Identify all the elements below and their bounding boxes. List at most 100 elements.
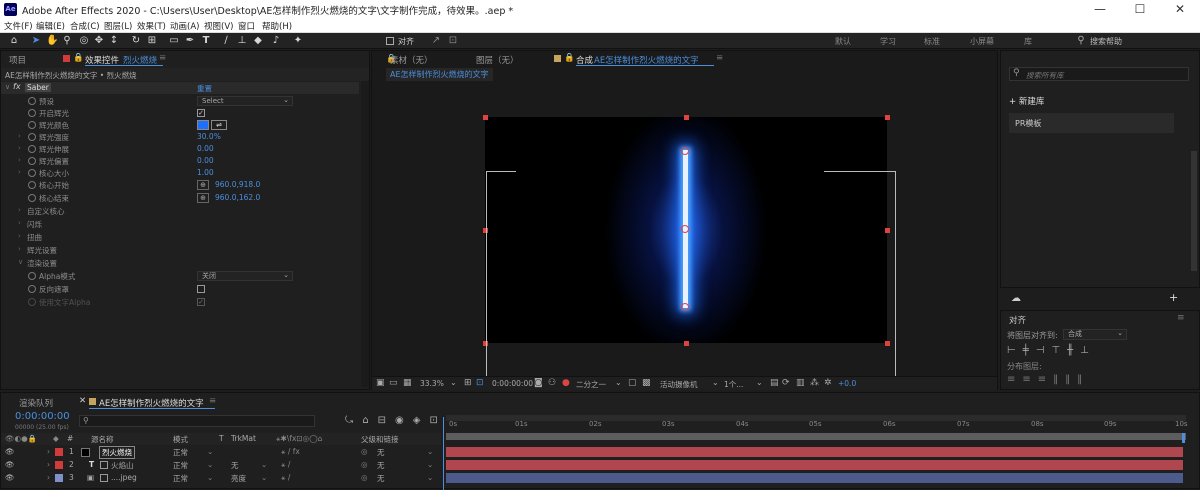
camera-icon[interactable]: ◙: [534, 378, 543, 388]
layer-label-color[interactable]: [55, 448, 63, 456]
alpha-mode-select[interactable]: 关闭 ⌄: [197, 271, 293, 281]
resolution-select[interactable]: 二分之一: [576, 379, 606, 390]
prop-value[interactable]: 0.00: [197, 144, 214, 153]
chevron-down-icon[interactable]: ⌄: [712, 378, 719, 387]
chevron-down-icon[interactable]: ⌄: [261, 473, 267, 482]
glow-on-checkbox[interactable]: ✓: [197, 109, 205, 117]
rotation-tool-icon[interactable]: ↻: [130, 35, 142, 47]
time-ruler[interactable]: 0s 01s 02s 03s 04s 05s 06s 07s 08s 09s 1…: [449, 420, 1189, 432]
layer-label-color[interactable]: [55, 474, 63, 482]
chevron-down-icon[interactable]: ⌄: [207, 460, 213, 469]
monitor-icon[interactable]: ▭: [389, 378, 398, 388]
chevron-down-icon[interactable]: ⌄: [427, 460, 433, 469]
layer-trkmat[interactable]: 亮度: [231, 473, 246, 484]
stopwatch-icon[interactable]: [28, 194, 36, 202]
close-button[interactable]: ✕: [1160, 0, 1200, 19]
lock-icon[interactable]: 🔒: [73, 53, 84, 63]
prop-value[interactable]: 30.0%: [197, 132, 221, 141]
lock-icon[interactable]: 🔒: [564, 53, 575, 63]
stopwatch-icon[interactable]: [28, 133, 36, 141]
stopwatch-icon[interactable]: [28, 298, 36, 306]
glow-color-swatch[interactable]: [197, 120, 209, 130]
timeline-timecode[interactable]: 0:00:00:00: [15, 411, 70, 422]
library-search-input[interactable]: ⚲ 搜索所有库: [1009, 67, 1189, 81]
fx-twirl-icon[interactable]: ∨: [5, 83, 10, 91]
rectangle-tool-icon[interactable]: ▭: [168, 35, 180, 47]
core-start-handle[interactable]: [681, 147, 689, 155]
chevron-down-icon[interactable]: ⌄: [427, 473, 433, 482]
menu-help[interactable]: 帮助(H): [262, 20, 292, 32]
layer-lock-box[interactable]: [100, 461, 108, 469]
hand-tool-icon[interactable]: ✋: [46, 35, 58, 47]
align-to-select[interactable]: 合成 ⌄: [1063, 329, 1127, 340]
prop-group-render-settings[interactable]: ∨ 渲染设置: [1, 257, 359, 270]
bounding-handle[interactable]: [885, 115, 890, 120]
clone-stamp-icon[interactable]: ⊥: [236, 35, 248, 47]
fx-name[interactable]: Saber: [25, 83, 51, 92]
work-area-end[interactable]: [1182, 433, 1185, 443]
viewer-timecode[interactable]: 0:00:00:00: [492, 379, 533, 388]
brush-tool-icon[interactable]: ∕: [220, 35, 232, 47]
twirl-icon[interactable]: ›: [18, 232, 21, 240]
layer-label-color[interactable]: [55, 461, 63, 469]
close-icon[interactable]: ✕: [79, 396, 86, 406]
twirl-icon[interactable]: ∨: [18, 258, 23, 266]
preset-select[interactable]: Select ⌄: [197, 96, 293, 106]
table-row[interactable]: 👁 › 1 烈火燃烧 正常 ⌄ ⚹ / fx ◎ 无 ⌄: [1, 446, 1200, 459]
menu-layer[interactable]: 图层(L): [104, 20, 132, 32]
maximize-button[interactable]: ☐: [1120, 0, 1160, 19]
layer-name[interactable]: ....jpeg: [111, 473, 137, 482]
pickwhip-icon[interactable]: ◎: [361, 447, 368, 456]
prop-group-flicker[interactable]: › 闪烁: [1, 218, 359, 231]
tab-footage[interactable]: 素材（无）: [390, 54, 433, 66]
menu-file[interactable]: 文件(F): [4, 20, 33, 32]
layer-name[interactable]: 烈火燃烧: [99, 446, 135, 459]
color-channels-icon[interactable]: ●: [562, 378, 570, 388]
scrollbar[interactable]: [361, 81, 369, 387]
twirl-icon[interactable]: ›: [18, 219, 21, 227]
prop-group-distortion[interactable]: › 扭曲: [1, 231, 359, 244]
core-end-handle[interactable]: [681, 303, 689, 311]
orbit-camera-icon[interactable]: ◎: [78, 35, 90, 47]
stopwatch-icon[interactable]: [28, 109, 36, 117]
snap-icon[interactable]: ↗: [430, 35, 442, 47]
menu-window[interactable]: 窗口: [238, 20, 255, 32]
library-item[interactable]: PR模板: [1009, 113, 1174, 133]
cloud-icon[interactable]: ☁: [1011, 293, 1021, 304]
bounding-handle[interactable]: [684, 341, 689, 346]
layer-mode[interactable]: 正常: [173, 473, 188, 484]
eyedropper-icon[interactable]: ⇌: [211, 120, 227, 130]
twirl-icon[interactable]: ›: [47, 460, 50, 469]
pickwhip-icon[interactable]: ◎: [361, 473, 368, 482]
tab-project[interactable]: 项目: [9, 54, 26, 66]
menu-edit[interactable]: 编辑(E): [36, 20, 65, 32]
layer-parent[interactable]: 无: [377, 447, 385, 458]
roto-brush-icon[interactable]: ♪: [270, 35, 282, 47]
reset-link[interactable]: 重置: [197, 83, 212, 94]
pen-tool-icon[interactable]: ✒: [184, 35, 196, 47]
always-preview-icon[interactable]: ▣: [376, 378, 385, 388]
prop-value[interactable]: 0.00: [197, 156, 214, 165]
prop-group-custom-core[interactable]: › 自定义核心: [1, 205, 359, 218]
zoom-value[interactable]: 33.3%: [420, 379, 444, 388]
twirl-icon[interactable]: ›: [47, 447, 50, 456]
grid-icon[interactable]: ⊞: [464, 378, 472, 388]
timeline-switches-icons[interactable]: ⤿⌂⊟◉◈⊡: [345, 415, 447, 426]
twirl-icon[interactable]: ›: [18, 132, 21, 140]
reset-exposure-icon[interactable]: ✲: [824, 378, 832, 388]
twirl-icon[interactable]: ›: [18, 206, 21, 214]
layer-duration-bar[interactable]: [446, 460, 1183, 470]
snapshot-icon[interactable]: ⚇: [548, 378, 556, 388]
workspace-default[interactable]: 默认: [835, 36, 851, 47]
selection-tool-icon[interactable]: ➤: [30, 35, 42, 47]
stopwatch-icon[interactable]: [28, 121, 36, 129]
visibility-icon[interactable]: 👁: [5, 460, 15, 469]
pickwhip-icon[interactable]: ◎: [361, 460, 368, 469]
menu-effect[interactable]: 效果(T): [137, 20, 166, 32]
table-row[interactable]: 👁 › 2 T 火焰山 正常 ⌄ 无 ⌄ ⚹ / ◎ 无 ⌄: [1, 459, 1200, 471]
crosshair-icon[interactable]: ⊕: [197, 193, 209, 203]
stopwatch-icon[interactable]: [28, 169, 36, 177]
layer-switches[interactable]: ⚹ /: [281, 460, 290, 470]
transparency-grid-icon[interactable]: ▩: [642, 378, 651, 388]
help-search-input[interactable]: 搜索帮助: [1090, 36, 1122, 47]
